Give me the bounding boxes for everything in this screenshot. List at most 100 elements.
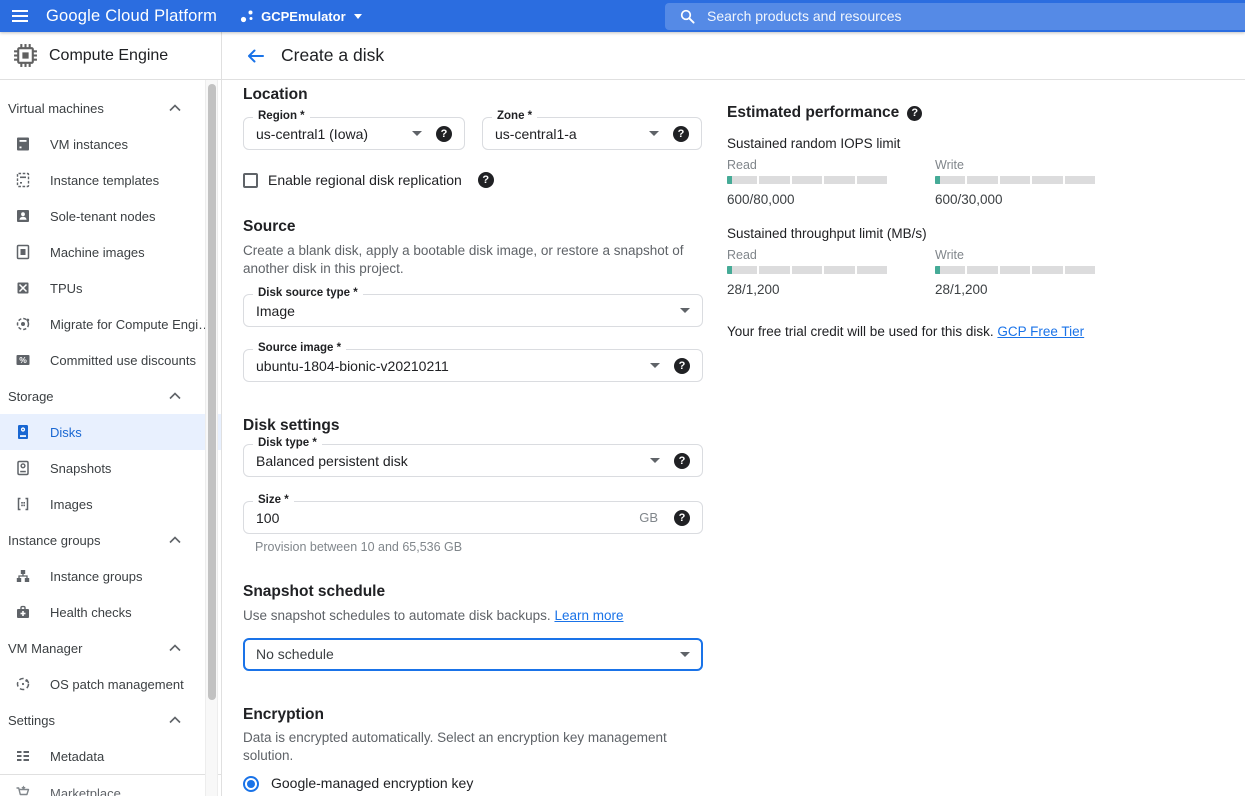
iops-title: Sustained random IOPS limit	[727, 136, 1127, 151]
sidebar-item-os-patch-management[interactable]: OS patch management	[0, 666, 221, 702]
iops-write-value: 600/30,000	[935, 192, 1143, 207]
nav-item-label: Instance groups	[50, 569, 143, 584]
zone-select[interactable]: Zone * us-central1-a ?	[482, 117, 702, 150]
field-label: Source image *	[253, 342, 346, 354]
estimated-performance-panel: Estimated performance ? Sustained random…	[727, 104, 1127, 339]
back-button[interactable]	[246, 48, 265, 64]
snapshot-schedule-heading: Snapshot schedule	[243, 583, 703, 601]
caret-down-icon	[680, 652, 690, 657]
sidebar-item-instance-templates[interactable]: Instance templates	[0, 162, 221, 198]
sidebar-item-images[interactable]: Images	[0, 486, 221, 522]
sidebar-section-instance-groups[interactable]: Instance groups	[0, 522, 221, 558]
help-icon[interactable]: ?	[674, 358, 690, 374]
product-header[interactable]: Compute Engine	[0, 32, 222, 79]
help-icon[interactable]: ?	[907, 106, 922, 121]
iops-read-bar	[727, 176, 887, 184]
project-name: GCPEmulator	[261, 9, 346, 24]
field-value: 100	[256, 510, 279, 526]
nav-item-label: OS patch management	[50, 677, 184, 692]
section-label: Storage	[8, 389, 169, 404]
region-select[interactable]: Region * us-central1 (Iowa) ?	[243, 117, 465, 150]
tpu-icon	[14, 279, 32, 297]
vm-instances-icon	[14, 135, 32, 153]
os-patch-icon	[14, 675, 32, 693]
sidebar-section-virtual-machines[interactable]: Virtual machines	[0, 90, 221, 126]
help-icon[interactable]: ?	[674, 510, 690, 526]
disk-type-select[interactable]: Disk type * Balanced persistent disk ?	[243, 444, 703, 477]
help-icon[interactable]: ?	[673, 126, 689, 142]
caret-down-icon	[680, 308, 690, 313]
discounts-icon: %	[14, 351, 32, 369]
field-value: us-central1-a	[495, 126, 577, 142]
sidebar-item-metadata[interactable]: Metadata	[0, 738, 221, 774]
snapshots-icon	[14, 459, 32, 477]
chevron-up-icon	[169, 392, 181, 400]
caret-down-icon	[412, 131, 422, 136]
section-label: Settings	[8, 713, 169, 728]
sidebar: Virtual machines VM instances Instance t…	[0, 80, 222, 796]
source-image-select[interactable]: Source image * ubuntu-1804-bionic-v20210…	[243, 349, 703, 382]
encryption-description: Data is encrypted automatically. Select …	[243, 729, 703, 765]
nav-item-label: Migrate for Compute Engi…	[50, 317, 211, 332]
nav-item-label: Machine images	[50, 245, 145, 260]
sidebar-scrollbar-track	[205, 80, 218, 796]
sidebar-item-vm-instances[interactable]: VM instances	[0, 126, 221, 162]
throughput-read-label: Read	[727, 248, 935, 262]
throughput-write-value: 28/1,200	[935, 282, 1143, 297]
search-bar[interactable]	[665, 3, 1245, 30]
sidebar-scrollbar-thumb[interactable]	[208, 84, 216, 700]
help-icon[interactable]: ?	[436, 126, 452, 142]
snapshot-schedule-description: Use snapshot schedules to automate disk …	[243, 607, 703, 625]
size-input[interactable]: Size * 100 GB ?	[243, 501, 703, 534]
sidebar-item-tpus[interactable]: TPUs	[0, 270, 221, 306]
source-heading: Source	[243, 218, 703, 236]
gcp-free-tier-link[interactable]: GCP Free Tier	[997, 324, 1084, 339]
nav-item-label: Snapshots	[50, 461, 111, 476]
nav-item-label: VM instances	[50, 137, 128, 152]
sidebar-item-health-checks[interactable]: Health checks	[0, 594, 221, 630]
regional-replication-checkbox[interactable]: Enable regional disk replication ?	[243, 172, 703, 188]
compute-engine-icon	[13, 43, 38, 68]
topbar: Google Cloud Platform GCPEmulator	[0, 0, 1245, 32]
field-value: No schedule	[256, 646, 334, 662]
svg-text:%: %	[19, 355, 27, 365]
field-label: Disk source type *	[253, 287, 363, 299]
sidebar-item-migrate-for-compute-engine[interactable]: Migrate for Compute Engi…	[0, 306, 221, 342]
sidebar-section-settings[interactable]: Settings	[0, 702, 221, 738]
learn-more-link[interactable]: Learn more	[554, 608, 623, 623]
chevron-up-icon	[169, 104, 181, 112]
sidebar-item-disks[interactable]: Disks	[0, 414, 221, 450]
gcp-logo[interactable]: Google Cloud Platform	[46, 7, 217, 26]
field-value: ubuntu-1804-bionic-v20210211	[256, 358, 449, 374]
radio-selected-icon	[243, 776, 259, 792]
sidebar-item-committed-use-discounts[interactable]: % Committed use discounts	[0, 342, 221, 378]
section-label: Instance groups	[8, 533, 169, 548]
chevron-up-icon	[169, 716, 181, 724]
help-icon[interactable]: ?	[674, 453, 690, 469]
sidebar-item-sole-tenant-nodes[interactable]: Sole-tenant nodes	[0, 198, 221, 234]
project-icon	[239, 8, 255, 24]
snapshot-schedule-select[interactable]: No schedule	[243, 638, 703, 671]
project-selector[interactable]: GCPEmulator	[239, 8, 362, 24]
field-label: Zone *	[492, 110, 537, 122]
instance-templates-icon	[14, 171, 32, 189]
section-label: Virtual machines	[8, 101, 169, 116]
caret-down-icon	[354, 14, 362, 19]
encryption-option-google-managed[interactable]: Google-managed encryption key No configu…	[243, 775, 703, 796]
sidebar-item-marketplace[interactable]: Marketplace	[0, 775, 221, 796]
menu-icon[interactable]	[0, 0, 40, 32]
field-label: Region *	[253, 110, 310, 122]
marketplace-icon	[14, 784, 32, 796]
sidebar-item-snapshots[interactable]: Snapshots	[0, 450, 221, 486]
sidebar-section-vm-manager[interactable]: VM Manager	[0, 630, 221, 666]
disk-source-type-select[interactable]: Disk source type * Image	[243, 294, 703, 327]
help-icon[interactable]: ?	[478, 172, 494, 188]
field-label: Disk type *	[253, 437, 322, 449]
page-header: Compute Engine Create a disk	[0, 32, 1245, 80]
source-description: Create a blank disk, apply a bootable di…	[243, 242, 703, 278]
sidebar-item-instance-groups[interactable]: Instance groups	[0, 558, 221, 594]
main-content: Location Region * us-central1 (Iowa) ? Z…	[222, 80, 1245, 796]
search-input[interactable]	[707, 8, 1245, 24]
sidebar-item-machine-images[interactable]: Machine images	[0, 234, 221, 270]
sidebar-section-storage[interactable]: Storage	[0, 378, 221, 414]
